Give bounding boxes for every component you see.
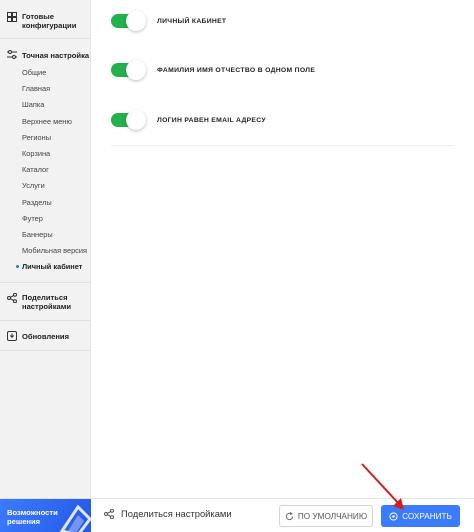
sidebar-item[interactable]: Регионы (22, 133, 51, 142)
sidebar-divider (0, 350, 91, 351)
sidebar-item[interactable]: Личный кабинет (22, 262, 82, 271)
ready-configs-title: Готовые конфигурации (22, 12, 77, 30)
active-indicator-icon (16, 265, 19, 269)
share-icon (7, 293, 17, 303)
fine-tuning-title: Точная настройка (22, 51, 90, 60)
sliders-icon (7, 50, 17, 59)
sidebar-divider (0, 282, 91, 283)
share-settings-title: Поделиться настройками (22, 293, 72, 311)
save-button[interactable]: СОХРАНИТЬ (381, 505, 460, 527)
save-button-label: СОХРАНИТЬ (402, 511, 452, 521)
sidebar-divider (0, 320, 91, 321)
sidebar-item[interactable]: Разделы (22, 198, 52, 207)
sidebar: Готовые конфигурации Точная настройка Об… (0, 0, 91, 498)
settings-panel: ЛИЧНЫЙ КАБИНЕТ ФАМИЛИЯ ИМЯ ОТЧЕСТВО В ОД… (91, 0, 474, 498)
default-button-label: ПО УМОЛЧАНИЮ (297, 511, 368, 521)
promo-banner[interactable]: Возможности решения (0, 499, 91, 532)
promo-logo-icon (59, 504, 91, 532)
sidebar-item[interactable]: Корзина (22, 149, 50, 158)
toggle-knob (126, 11, 146, 31)
share-settings-button[interactable]: Поделиться настройками (104, 508, 232, 519)
updates-icon (7, 331, 17, 341)
toggle-knob (126, 60, 146, 80)
sidebar-item[interactable]: Шапка (22, 100, 44, 109)
setting-label: ЛОГИН РАВЕН EMAIL АДРЕСУ (157, 116, 266, 124)
default-button[interactable]: ПО УМОЛЧАНИЮ (279, 505, 373, 527)
sidebar-item[interactable]: Услуги (22, 181, 45, 190)
reset-icon (285, 511, 294, 521)
sidebar-item[interactable]: Мобильная версия (22, 246, 87, 255)
share-settings-label: Поделиться настройками (121, 508, 232, 519)
setting-row-full-name: ФАМИЛИЯ ИМЯ ОТЧЕСТВО В ОДНОМ ПОЛЕ (111, 60, 316, 80)
sidebar-item[interactable]: Футер (22, 214, 43, 223)
save-icon (389, 511, 398, 521)
share-icon (104, 508, 114, 519)
sidebar-divider (0, 38, 91, 39)
full-name-toggle[interactable] (111, 60, 146, 80)
login-email-toggle[interactable] (111, 110, 146, 130)
sidebar-item[interactable]: Общие (22, 68, 46, 77)
content-divider (111, 145, 454, 146)
grid-icon (7, 12, 17, 22)
footer-bar: Возможности решения Поделиться настройка… (0, 498, 474, 532)
toggle-knob (126, 110, 146, 130)
setting-label: ЛИЧНЫЙ КАБИНЕТ (157, 17, 227, 25)
setting-row-login-email: ЛОГИН РАВЕН EMAIL АДРЕСУ (111, 110, 266, 130)
sidebar-item[interactable]: Верхнее меню (22, 117, 72, 126)
sidebar-item[interactable]: Каталог (22, 165, 49, 174)
sidebar-item[interactable]: Баннеры (22, 230, 53, 239)
setting-row-personal-cabinet: ЛИЧНЫЙ КАБИНЕТ (111, 11, 227, 31)
setting-label: ФАМИЛИЯ ИМЯ ОТЧЕСТВО В ОДНОМ ПОЛЕ (157, 66, 316, 74)
updates-title: Обновления (22, 332, 70, 341)
sidebar-item[interactable]: Главная (22, 84, 50, 93)
personal-cabinet-toggle[interactable] (111, 11, 146, 31)
